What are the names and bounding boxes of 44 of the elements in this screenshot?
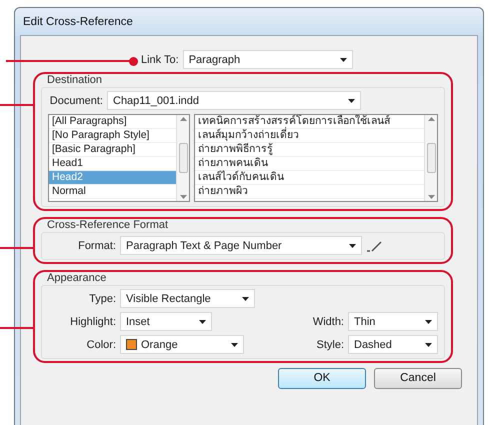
caret-icon [242, 296, 249, 301]
list-item[interactable]: เลนส์ไวด์กับคนเดิน [195, 171, 424, 186]
list-item[interactable]: ถ่ายภาพผิว [195, 185, 424, 200]
dropdown[interactable]: Paragraph [182, 50, 353, 70]
field-label: Style: [315, 338, 344, 352]
caret-icon [348, 98, 355, 103]
scroll-down-icon[interactable] [428, 195, 434, 200]
dropdown[interactable]: Thin [348, 312, 438, 332]
dropdown[interactable]: Chap11_001.indd [107, 91, 361, 110]
scrollbar[interactable] [424, 115, 437, 202]
dialog-button[interactable]: OK [278, 368, 366, 390]
field-label: Link To: [141, 52, 179, 68]
dropdown[interactable]: Paragraph Text & Page Number [120, 236, 362, 256]
list-item[interactable]: ถ่ายภาพพิธีการรู้ [195, 143, 424, 158]
pencil-icon[interactable] [366, 240, 382, 252]
field-label: Highlight: [69, 314, 116, 330]
list-item[interactable]: เลนส์มุมกว้างถ่ายเดี่ยว [195, 129, 424, 144]
list-item[interactable]: ถ่ายภาพคนเดิน [195, 157, 424, 172]
field-label: Document: [48, 94, 103, 108]
field-label: Color: [86, 338, 116, 352]
caret-icon [199, 320, 206, 324]
scroll-up-icon[interactable] [428, 117, 434, 122]
caret-icon [340, 58, 347, 62]
caret-icon [231, 342, 238, 347]
scroll-thumb[interactable] [178, 143, 188, 174]
group-legend: Cross-Reference Format [47, 219, 449, 232]
caret-icon [349, 244, 356, 248]
scroll-up-icon[interactable] [180, 117, 186, 122]
field-label: Type: [88, 292, 116, 306]
scroll-thumb[interactable] [426, 143, 436, 174]
field-label: Width: [312, 314, 344, 330]
dropdown[interactable]: Dashed [348, 335, 438, 354]
dropdown[interactable]: Inset [120, 312, 212, 332]
scrollbar[interactable] [176, 115, 189, 202]
scroll-down-icon[interactable] [180, 195, 186, 200]
caret-icon [425, 342, 432, 347]
group-legend: Appearance [47, 272, 449, 286]
caret-icon [425, 320, 432, 324]
window-title: Edit Cross-Reference [22, 15, 134, 30]
field-label: Format: [77, 238, 116, 254]
dropdown[interactable]: Orange [120, 335, 244, 354]
dialog-button[interactable]: Cancel [374, 368, 462, 390]
dropdown[interactable]: Visible Rectangle [120, 289, 255, 308]
group-legend: Destination [47, 74, 449, 88]
